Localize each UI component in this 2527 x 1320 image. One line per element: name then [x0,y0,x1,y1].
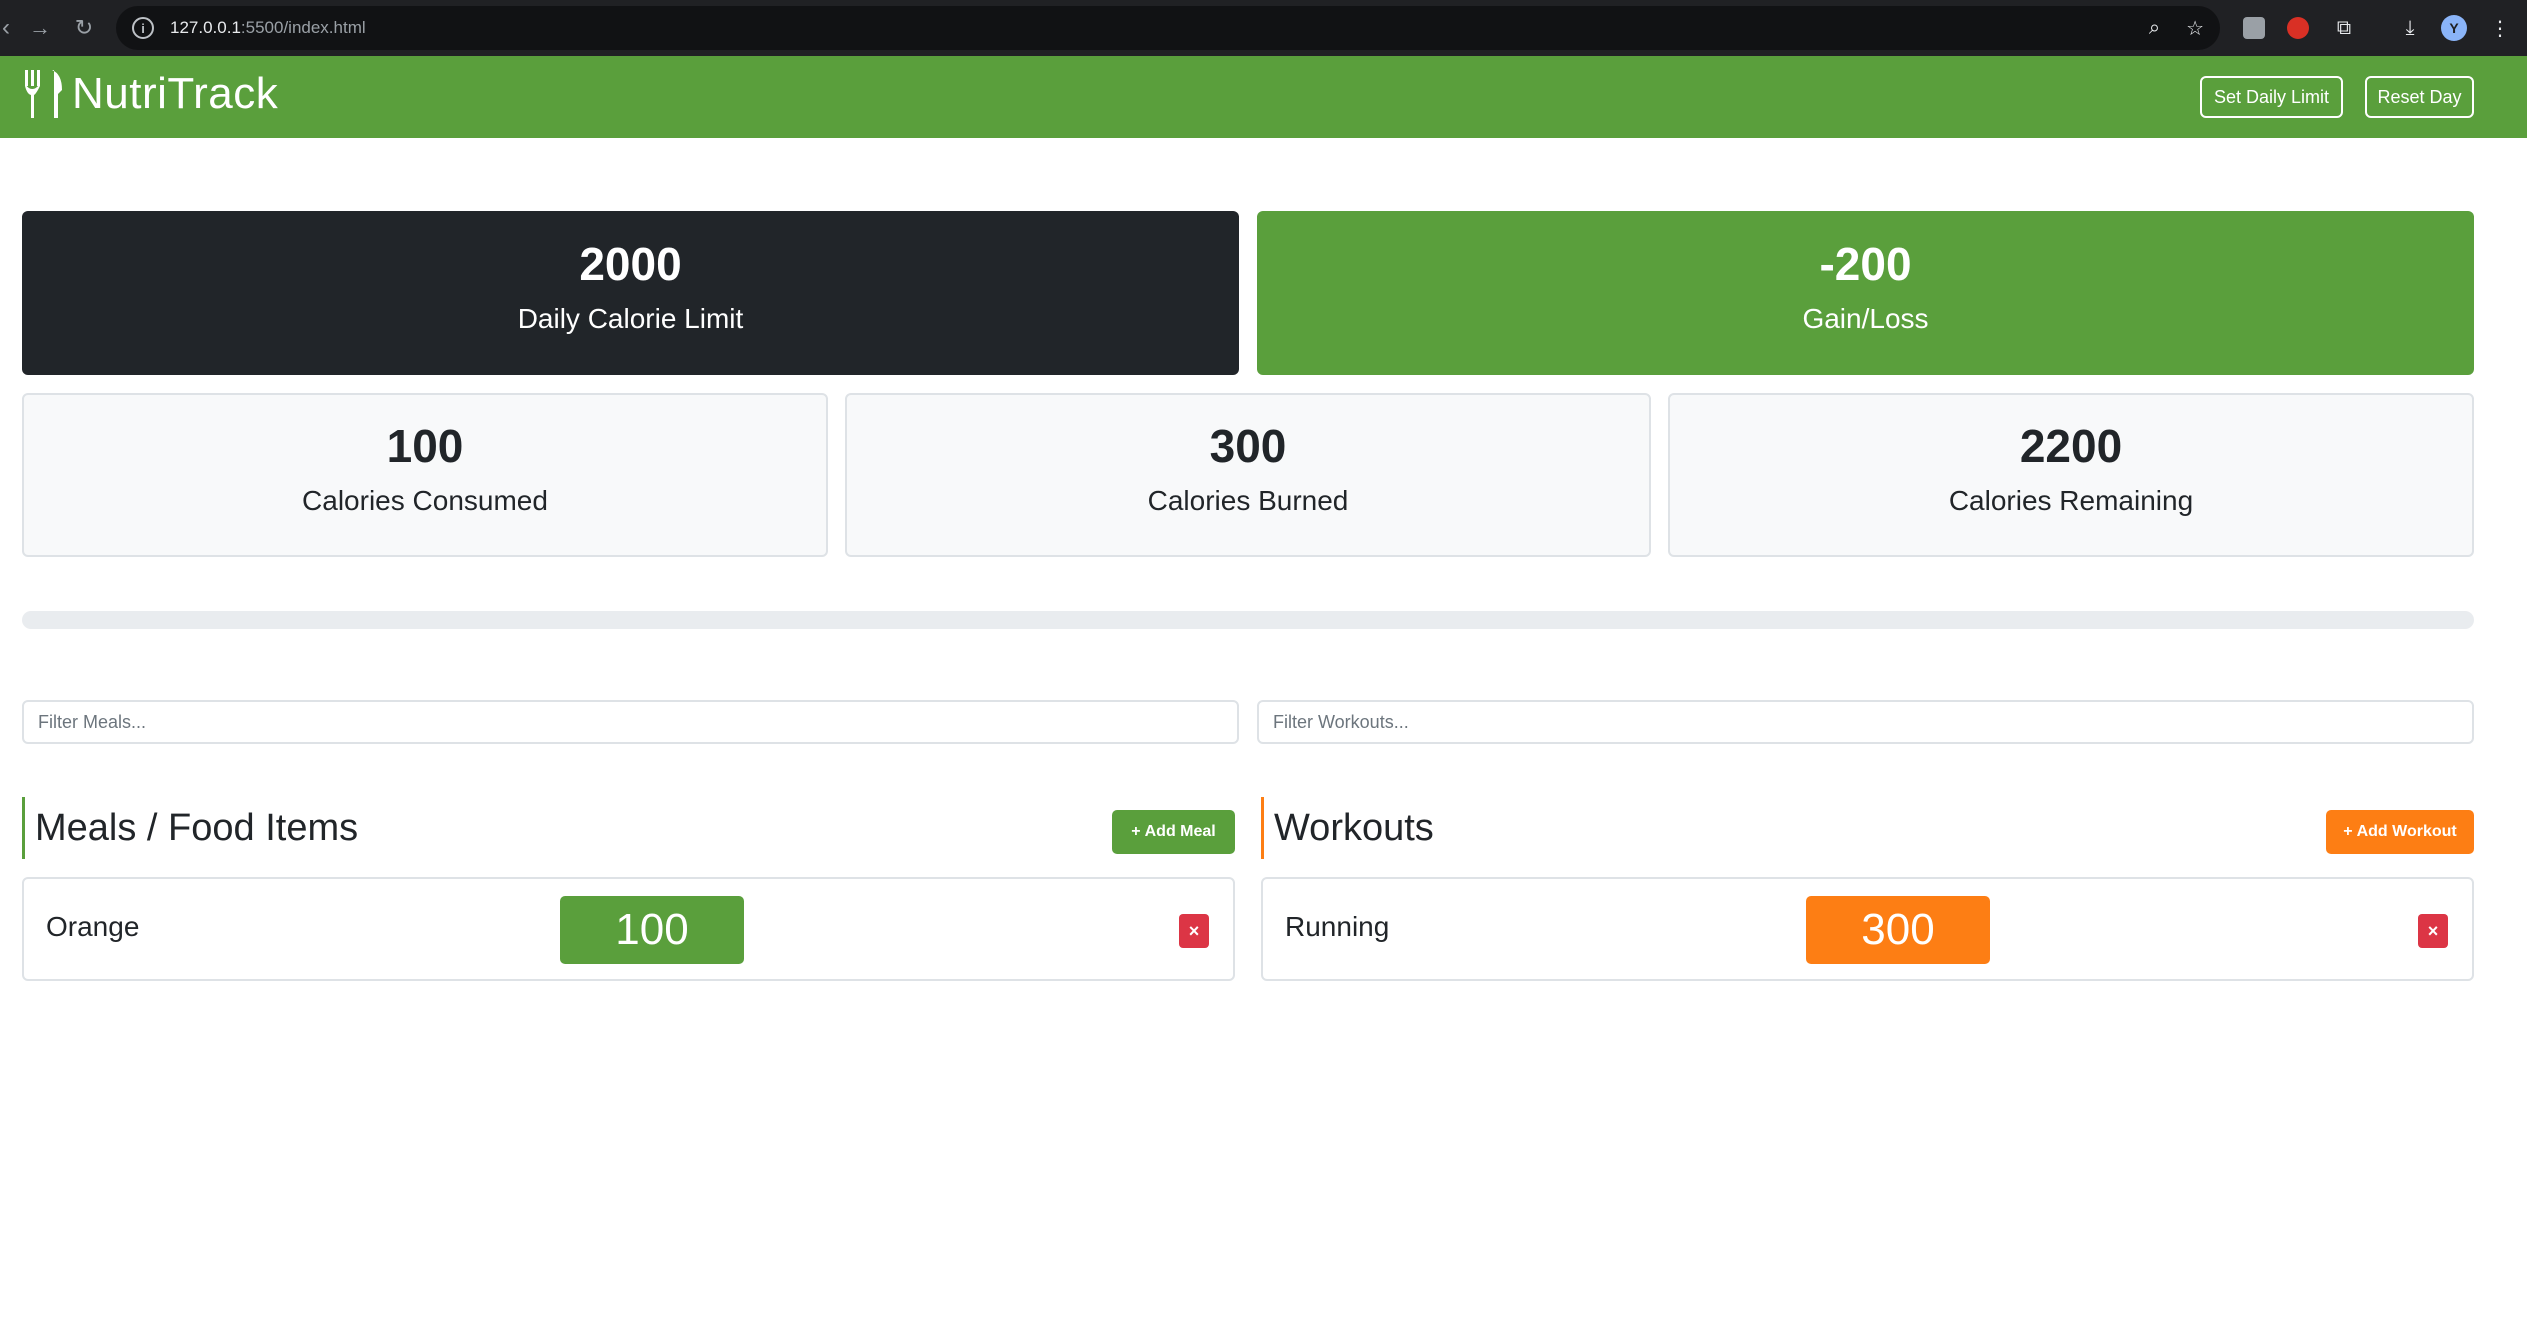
meal-item-calories: 100 [560,896,744,964]
plus-icon: + [2343,823,2353,840]
address-bar[interactable]: i 127.0.0.1:5500/index.html ⌕ ☆ [116,6,2220,50]
extension-icon[interactable] [2238,12,2270,44]
delete-workout-button[interactable]: × [2418,914,2448,948]
meal-item-name: Orange [46,911,140,942]
add-workout-button[interactable]: + Add Workout [2326,810,2474,854]
profile-avatar[interactable]: Y [2438,12,2470,44]
close-icon: × [1188,920,1200,941]
reset-day-button[interactable]: Reset Day [2365,76,2474,118]
calories-remaining-card: 2200 Calories Remaining [1668,393,2474,557]
workout-item-calories: 300 [1806,896,1990,964]
calories-remaining-value: 2200 [2019,420,2123,472]
daily-limit-label: Daily Calorie Limit [517,303,744,334]
menu-kebab-icon[interactable]: ⋮ [2484,12,2516,44]
daily-limit-value: 2000 [579,238,682,290]
add-meal-button[interactable]: + Add Meal [1112,810,1235,854]
gain-loss-value: -200 [1819,238,1912,290]
bookmark-star-icon[interactable]: ☆ [2186,16,2204,41]
filter-workouts-input[interactable] [1257,700,2474,744]
browser-toolbar: ‹ → ↻ i 127.0.0.1:5500/index.html ⌕ ☆ ⧉ … [0,0,2527,56]
calories-consumed-label: Calories Consumed [302,485,548,516]
calories-burned-card: 300 Calories Burned [845,393,1651,557]
meals-heading: Meals / Food Items [22,797,358,859]
calorie-progress-bar [22,611,2474,629]
calories-burned-label: Calories Burned [1147,485,1349,516]
gain-loss-card: -200 Gain/Loss [1257,211,2474,375]
calories-consumed-card: 100 Calories Consumed [22,393,828,557]
workout-item: Running 300 × [1261,877,2474,981]
app-navbar: NutriTrack Set Daily Limit Reset Day [0,56,2527,138]
forward-arrow-icon[interactable]: → [20,8,60,48]
adblock-extension-icon[interactable] [2282,12,2314,44]
calories-remaining-label: Calories Remaining [1948,485,2194,516]
workouts-heading: Workouts [1261,797,1434,859]
zoom-icon[interactable]: ⌕ [2149,17,2160,40]
calories-burned-value: 300 [1209,420,1287,472]
reload-icon[interactable]: ↻ [64,8,104,48]
set-daily-limit-button[interactable]: Set Daily Limit [2200,76,2343,118]
delete-meal-button[interactable]: × [1179,914,1209,948]
utensils-icon [25,70,62,118]
gain-loss-label: Gain/Loss [1802,303,1929,334]
brand-name: NutriTrack [72,69,279,118]
calories-consumed-value: 100 [386,420,464,472]
meal-item: Orange 100 × [22,877,1235,981]
daily-limit-card: 2000 Daily Calorie Limit [22,211,1239,375]
add-workout-label: Add Workout [2356,823,2457,840]
extensions-puzzle-icon[interactable]: ⧉ [2328,12,2360,44]
workout-item-name: Running [1285,911,1390,942]
plus-icon: + [1131,823,1141,840]
filter-meals-input[interactable] [22,700,1239,744]
add-meal-label: Add Meal [1144,823,1216,840]
site-info-icon[interactable]: i [132,17,154,39]
brand[interactable]: NutriTrack [22,68,278,120]
close-icon: × [2427,920,2439,941]
download-icon[interactable]: ⤓ [2394,12,2426,44]
url-text: 127.0.0.1:5500/index.html [170,18,366,37]
